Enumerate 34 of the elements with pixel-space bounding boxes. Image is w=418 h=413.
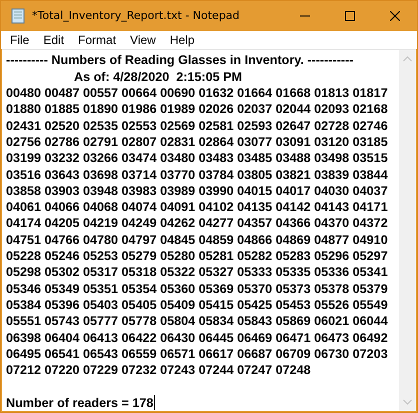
number-line: 03199 03232 03266 03474 03480 03483 03485 03488 03498 03515 <box>6 150 389 167</box>
number-line: 05384 05396 05403 05405 05409 05415 05425 05453 05526 05549 <box>6 296 389 314</box>
menu-item[interactable]: File <box>3 33 36 48</box>
menu-item[interactable]: Edit <box>36 33 72 48</box>
number-line: 05551 05743 05777 05778 05804 05834 05843 05869 06021 06044 <box>6 313 389 330</box>
menu-item[interactable]: View <box>123 33 163 48</box>
notepad-icon <box>10 8 26 24</box>
number-line: 04751 04766 04780 04797 04845 04859 04866 04869 04877 04910 <box>6 232 389 248</box>
number-line: 07212 07220 07229 07232 07243 07244 07247 07248 <box>6 362 312 378</box>
number-line: 06398 06404 06413 06422 06430 06445 06469 06471 06473 06492 <box>6 330 389 346</box>
number-line: 05298 05302 05317 05318 05322 05327 05333 05335 05336 05341 <box>6 264 389 281</box>
number-line: 02756 02786 02791 02807 02831 02864 03077 03091 03120 03185 <box>6 134 389 150</box>
maximize-icon <box>344 10 354 21</box>
menu-item[interactable]: Help <box>162 33 202 48</box>
number-line: 02431 02520 02535 02553 02569 02581 02593 02647 02728 02746 <box>6 118 389 134</box>
close-icon <box>390 10 400 21</box>
summary-line: Number of readers = 178 <box>6 394 154 411</box>
window-title: *Total_Inventory_Report.txt - Notepad <box>32 9 241 22</box>
number-line: 05346 05349 05351 05354 05360 05369 05370 05373 05378 05379 <box>6 280 389 297</box>
heading-line: ---------- Numbers of Reading Glasses in Inventory. ----------- <box>6 52 354 69</box>
scroll-down-icon[interactable] <box>403 399 412 405</box>
number-line: 03516 03643 03698 03714 03770 03784 03805 03821 03839 03844 <box>6 166 389 183</box>
text-cursor <box>154 395 156 410</box>
number-line: 05228 05246 05253 05279 05280 05281 05282 05283 05296 05297 <box>6 248 389 264</box>
number-line: 04061 04066 04068 04074 04091 04102 04135 04142 04143 04171 <box>6 199 389 216</box>
timestamp-line: As of: 4/28/2020 2:15:05 PM <box>73 68 243 86</box>
number-line: 03858 03903 03948 03983 03989 03990 04015 04017 04030 04037 <box>6 182 389 200</box>
menu-item[interactable]: Format <box>71 33 124 48</box>
number-line: 06495 06541 06543 06559 06571 06617 06687 06709 06730 07203 <box>6 346 389 362</box>
number-line: 01880 01885 01890 01986 01989 02026 02037 02044 02093 02168 <box>6 101 389 118</box>
scroll-up-icon[interactable] <box>403 56 412 62</box>
number-line: 04174 04205 04219 04249 04262 04277 04357 04366 04370 04372 <box>6 215 389 232</box>
number-line: 00480 00487 00557 00664 00690 01632 01664 01668 01813 01817 <box>6 85 389 102</box>
scrollbar[interactable] <box>399 50 416 411</box>
